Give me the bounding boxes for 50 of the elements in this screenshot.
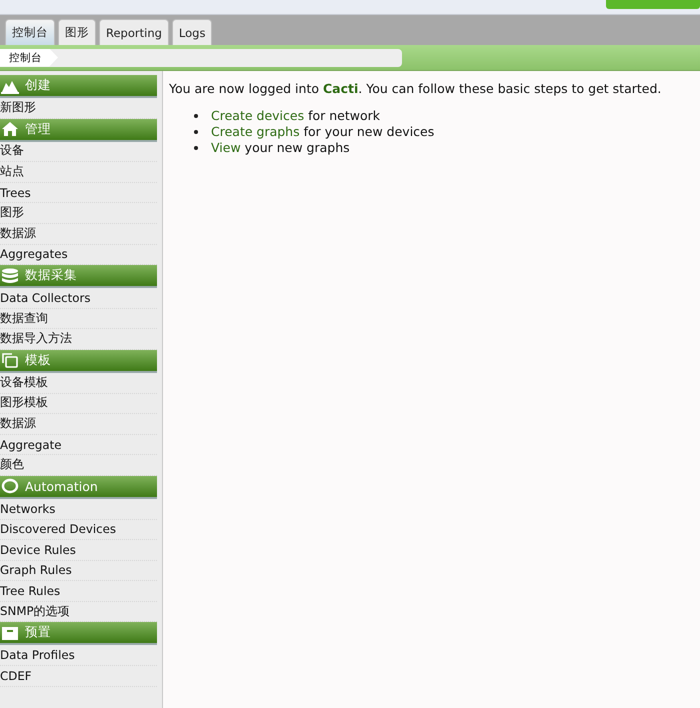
nav-tab[interactable]: Reporting	[99, 19, 169, 45]
section-title: 数据采集	[25, 267, 77, 284]
database-icon	[1, 268, 19, 284]
section-header[interactable]: 预置	[0, 622, 157, 646]
step-text: for network	[308, 108, 380, 124]
nav-tab[interactable]: 图形	[58, 19, 96, 45]
ring-icon	[1, 478, 19, 494]
bullet-icon	[194, 130, 198, 134]
intro-text: You are now logged into Cacti. You can follow these basic steps to get started.	[169, 81, 662, 96]
section-header[interactable]: 创建	[0, 75, 157, 98]
menu-item[interactable]: Tree Rules	[0, 581, 157, 602]
menu-item[interactable]: 数据源	[0, 414, 157, 435]
section-title: Automation	[25, 478, 98, 494]
section-title: 模板	[25, 352, 51, 369]
menu-item[interactable]: Data Profiles	[0, 645, 157, 666]
bullet-icon	[194, 146, 198, 150]
step-text: for your new devices	[304, 124, 434, 140]
breadcrumb-item[interactable]: 控制台	[0, 48, 58, 66]
section-header[interactable]: 数据采集	[0, 265, 157, 288]
nav-tab[interactable]: 控制台	[5, 19, 55, 45]
menu-item[interactable]: Discovered Devices	[0, 520, 157, 540]
menu-item[interactable]: Aggregate	[0, 434, 157, 456]
menu-item[interactable]: 设备模板	[0, 372, 157, 394]
section-title: 管理	[25, 120, 51, 138]
step-link[interactable]: View	[211, 140, 241, 156]
bullet-icon	[194, 114, 198, 118]
menu-item[interactable]: 设备	[0, 142, 157, 162]
menu-item[interactable]: Device Rules	[0, 540, 157, 561]
section-header[interactable]: Automation	[0, 476, 157, 499]
menu-item[interactable]: 图形	[0, 203, 157, 224]
home-icon	[1, 121, 19, 138]
save-button[interactable]	[606, 0, 700, 9]
copy-icon	[1, 352, 19, 368]
nav-tab[interactable]: Logs	[172, 19, 212, 45]
section-title: 预置	[25, 624, 51, 642]
menu-item[interactable]: 图形模板	[0, 394, 157, 414]
section-header[interactable]: 模板	[0, 350, 157, 373]
menu-item[interactable]: 站点	[0, 162, 157, 183]
section-title: 创建	[25, 77, 51, 94]
menu-item[interactable]: Trees	[0, 182, 157, 204]
step-text: your new graphs	[244, 140, 350, 156]
menu-item[interactable]: Data Collectors	[0, 288, 157, 309]
menu-item[interactable]: 数据查询	[0, 308, 157, 330]
box-icon	[1, 624, 19, 641]
step-link[interactable]: Create devices	[211, 108, 304, 124]
step-link[interactable]: Create graphs	[211, 124, 300, 140]
menu-item[interactable]: CDEF	[0, 666, 157, 687]
menu-item[interactable]: Networks	[0, 498, 157, 520]
menu-item[interactable]: Graph Rules	[0, 560, 157, 582]
menu-item[interactable]: 数据源	[0, 224, 157, 245]
